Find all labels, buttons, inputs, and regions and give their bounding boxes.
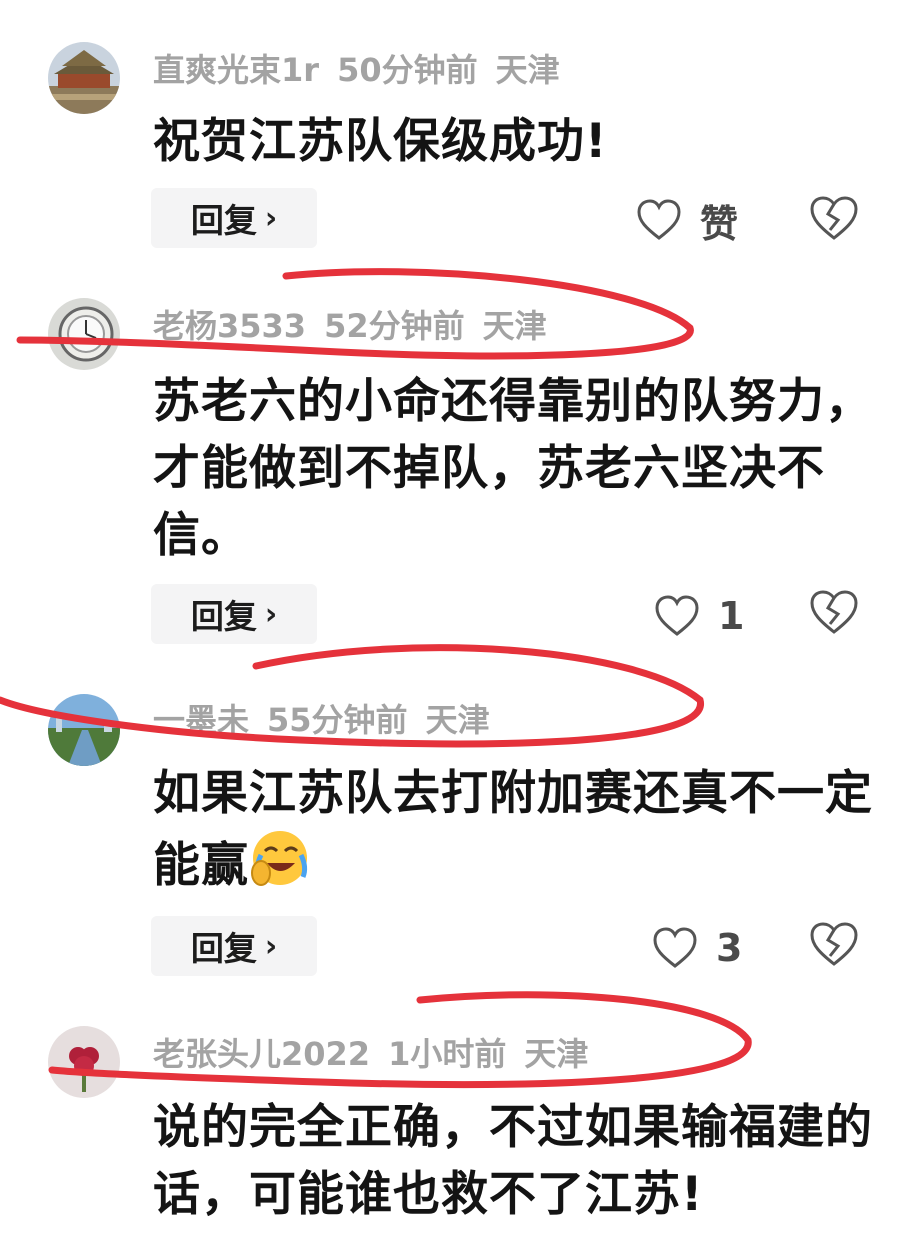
like-button[interactable]: 1 [654, 586, 744, 646]
avatar[interactable] [48, 298, 120, 370]
location: 天津 [425, 701, 490, 739]
broken-heart-icon[interactable] [808, 920, 860, 968]
comment-text: 苏老六的小命还得靠别的队努力，才能做到不掉队，苏老六坚决不信。 [153, 374, 873, 563]
comment-text: 如果江苏队去打附加赛还真不一定能赢 [153, 760, 873, 899]
username[interactable]: 老杨3533 [153, 307, 306, 345]
username[interactable]: 一墨未 [153, 701, 249, 739]
post-time: 55分钟前 [267, 701, 408, 739]
comment-text: 祝贺江苏队保级成功! [153, 114, 608, 169]
username[interactable]: 直爽光束1r [153, 51, 319, 89]
chevron-right-icon: › [264, 200, 278, 236]
like-button[interactable]: 3 [652, 918, 742, 978]
avatar-image-river [48, 694, 120, 766]
reply-button[interactable]: 回复 › [151, 916, 317, 976]
location: 天津 [482, 307, 547, 345]
broken-heart-icon[interactable] [808, 194, 860, 242]
chevron-right-icon: › [264, 928, 278, 964]
comment-meta: 直爽光束1r 50分钟前 天津 [153, 48, 578, 92]
post-time: 50分钟前 [337, 51, 478, 89]
reply-label: 回复 [190, 597, 257, 636]
avatar-image-palace [48, 42, 120, 114]
avatar[interactable] [48, 694, 120, 766]
chevron-right-icon: › [264, 596, 278, 632]
avatar-image-watch [48, 298, 120, 370]
avatar[interactable] [48, 42, 120, 114]
like-count: 3 [716, 926, 743, 970]
like-button[interactable]: 赞 [636, 190, 738, 250]
comment-item: 直爽光束1r 50分钟前 天津 祝贺江苏队保级成功! 回复 › 赞 [0, 0, 918, 270]
heart-outline-icon [655, 595, 699, 636]
comment-meta: 老杨3533 52分钟前 天津 [153, 304, 565, 348]
heart-outline-icon [653, 927, 697, 968]
comment-meta: 老张头儿2022 1小时前 天津 [153, 1032, 606, 1076]
comment-text: 说的完全正确，不过如果输福建的话，可能谁也救不了江苏! [153, 1100, 873, 1222]
post-time: 52分钟前 [324, 307, 465, 345]
location: 天津 [495, 51, 560, 89]
heart-outline-icon [637, 199, 681, 240]
username[interactable]: 老张头儿2022 [153, 1035, 370, 1073]
face-holding-back-tears-laughing-icon [251, 831, 308, 886]
reply-button[interactable]: 回复 › [151, 584, 317, 644]
comment-meta: 一墨未 55分钟前 天津 [153, 698, 508, 742]
like-label: 赞 [700, 201, 739, 246]
reply-label: 回复 [190, 929, 257, 968]
reply-button[interactable]: 回复 › [151, 188, 317, 248]
reply-label: 回复 [190, 201, 257, 240]
location: 天津 [524, 1035, 589, 1073]
broken-heart-icon[interactable] [808, 588, 860, 636]
avatar[interactable] [48, 1026, 120, 1098]
post-time: 1小时前 [388, 1035, 507, 1073]
avatar-image-flower [48, 1026, 120, 1098]
like-count: 1 [718, 594, 745, 638]
